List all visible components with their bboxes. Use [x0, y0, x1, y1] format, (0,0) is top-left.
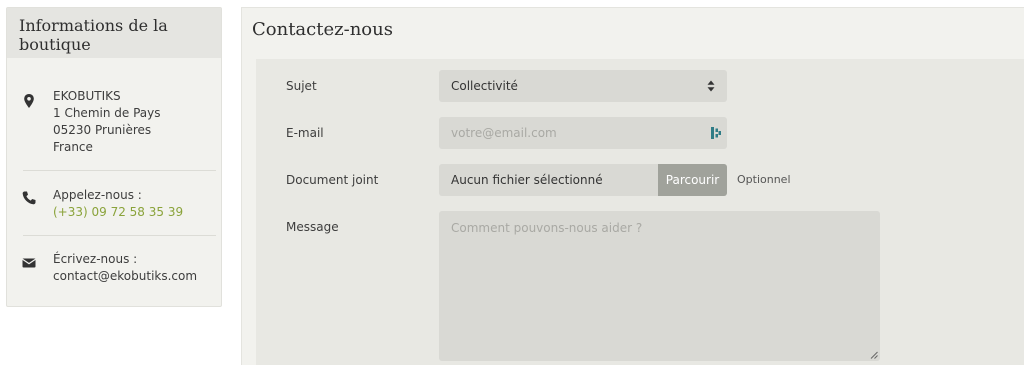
resize-handle-icon[interactable] [870, 351, 878, 359]
email-address[interactable]: contact@ekobutiks.com [53, 268, 221, 285]
file-name-text: Aucun fichier sélectionné [451, 173, 603, 187]
store-info-header: Informations de la boutique [7, 8, 221, 58]
envelope-icon [22, 258, 36, 268]
address-city: 05230 Prunières [53, 123, 152, 137]
phone-number-link[interactable]: (+33) 09 72 58 35 39 [53, 204, 221, 221]
address-country: France [53, 140, 93, 154]
store-info-title: Informations de la boutique [19, 16, 168, 54]
subject-label: Sujet [286, 79, 317, 93]
divider [23, 170, 216, 171]
password-manager-icon[interactable] [711, 127, 721, 139]
contact-form-card: Contactez-nous Sujet Collectivité E-mail… [241, 7, 1024, 365]
divider [23, 235, 216, 236]
email-block: Écrivez-nous : contact@ekobutiks.com [7, 251, 221, 285]
phone-block: Appelez-nous : (+33) 09 72 58 35 39 [7, 187, 221, 221]
contact-form: Sujet Collectivité E-mail Document joint… [256, 59, 1024, 365]
page-title: Contactez-nous [252, 19, 393, 40]
optional-label: Optionnel [737, 173, 791, 186]
message-label: Message [286, 220, 339, 234]
email-field-label: E-mail [286, 126, 324, 140]
browse-button[interactable]: Parcourir [658, 164, 727, 196]
phone-label: Appelez-nous : [53, 188, 142, 202]
email-label: Écrivez-nous : [53, 252, 138, 266]
subject-select[interactable]: Collectivité [439, 70, 727, 102]
file-input[interactable]: Aucun fichier sélectionné Parcourir [439, 164, 727, 196]
subject-selected-value: Collectivité [451, 79, 518, 93]
select-arrows-icon [707, 80, 715, 92]
phone-icon [22, 191, 36, 205]
attachment-label: Document joint [286, 173, 379, 187]
address-block: EKOBUTIKS 1 Chemin de Pays 05230 Prunièr… [7, 88, 221, 156]
address-street: 1 Chemin de Pays [53, 106, 161, 120]
map-marker-icon [24, 94, 34, 108]
store-info-panel: Informations de la boutique EKOBUTIKS 1 … [6, 7, 222, 307]
store-name: EKOBUTIKS [53, 89, 121, 103]
message-textarea[interactable] [439, 211, 880, 361]
email-field[interactable] [439, 117, 727, 149]
